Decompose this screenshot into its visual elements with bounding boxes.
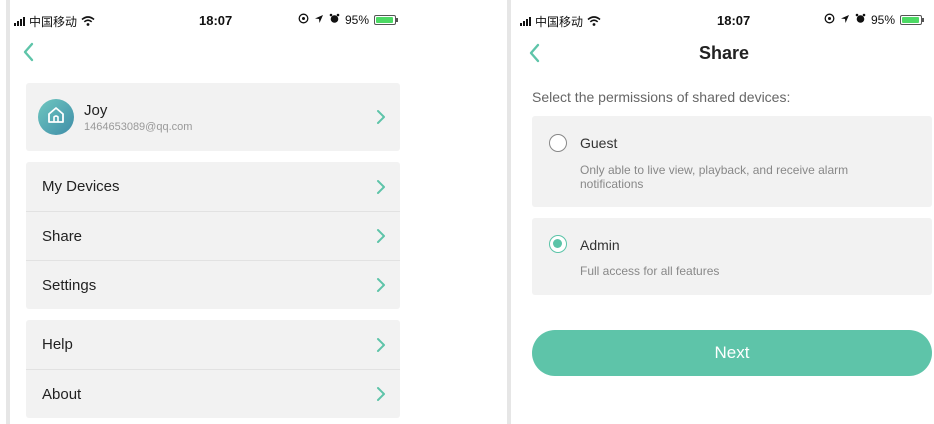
admin-radio[interactable] <box>549 235 567 253</box>
alarm-icon <box>329 13 340 27</box>
profile-card[interactable]: Joy 1464653089@qq.com <box>26 83 400 151</box>
battery-icon <box>900 15 925 25</box>
status-bar: 中国移动 18:07 95% <box>514 12 934 30</box>
location-icon <box>314 13 324 27</box>
menu-group-main: My Devices Share Settings <box>26 162 400 309</box>
menu-item-label: My Devices <box>42 178 120 195</box>
menu-item-label: Help <box>42 336 73 353</box>
signal-icon <box>520 17 531 26</box>
option-description: Full access for all features <box>580 264 720 278</box>
rotation-lock-icon <box>298 13 309 27</box>
guest-radio[interactable] <box>549 134 567 152</box>
permissions-prompt: Select the permissions of shared devices… <box>532 89 791 105</box>
share-screen: 中国移动 18:07 95% Share Select the permissi… <box>514 0 934 424</box>
chevron-right-icon <box>377 278 385 292</box>
chevron-right-icon <box>377 110 385 124</box>
option-title: Guest <box>580 135 618 151</box>
screen-edge <box>6 0 10 424</box>
menu-item-my-devices[interactable]: My Devices <box>26 162 400 211</box>
profile-name: Joy <box>84 101 108 119</box>
permission-option-admin[interactable]: Admin Full access for all features <box>532 218 932 295</box>
avatar <box>38 99 74 135</box>
next-button[interactable]: Next <box>532 330 932 376</box>
profile-email: 1464653089@qq.com <box>84 120 193 133</box>
carrier-label: 中国移动 <box>29 15 78 29</box>
menu-item-share[interactable]: Share <box>26 211 400 260</box>
signal-icon <box>14 17 25 26</box>
menu-item-settings[interactable]: Settings <box>26 260 400 309</box>
chevron-right-icon <box>377 229 385 243</box>
menu-screen: 中国移动 18:07 95% Joy 1464653089@qq.com My … <box>0 0 410 424</box>
wifi-icon <box>587 15 601 29</box>
option-description: Only able to live view, playback, and re… <box>580 163 849 191</box>
battery-icon <box>374 15 399 25</box>
wifi-icon <box>81 15 95 29</box>
clock: 18:07 <box>717 13 751 28</box>
battery-percent: 95% <box>345 13 370 27</box>
alarm-icon <box>855 13 866 27</box>
location-icon <box>840 13 850 27</box>
menu-item-label: About <box>42 385 82 403</box>
page-title: Share <box>698 43 750 63</box>
menu-item-label: Settings <box>42 276 97 294</box>
back-arrow-icon[interactable] <box>20 40 40 64</box>
menu-item-about[interactable]: About <box>26 369 400 418</box>
menu-item-label: Share <box>42 227 83 245</box>
menu-group-support: Help About <box>26 320 400 418</box>
chevron-right-icon <box>377 387 385 401</box>
menu-item-help[interactable]: Help <box>26 320 400 369</box>
permission-option-guest[interactable]: Guest Only able to live view, playback, … <box>532 116 932 207</box>
status-bar: 中国移动 18:07 95% <box>0 12 410 30</box>
option-title: Admin <box>580 237 620 253</box>
battery-percent: 95% <box>871 13 896 27</box>
clock: 18:07 <box>199 13 233 28</box>
home-logo-icon <box>45 104 67 131</box>
chevron-right-icon <box>377 337 385 352</box>
chevron-right-icon <box>377 179 385 194</box>
screen-divider <box>507 0 511 424</box>
carrier-label: 中国移动 <box>535 15 584 29</box>
rotation-lock-icon <box>824 13 835 27</box>
